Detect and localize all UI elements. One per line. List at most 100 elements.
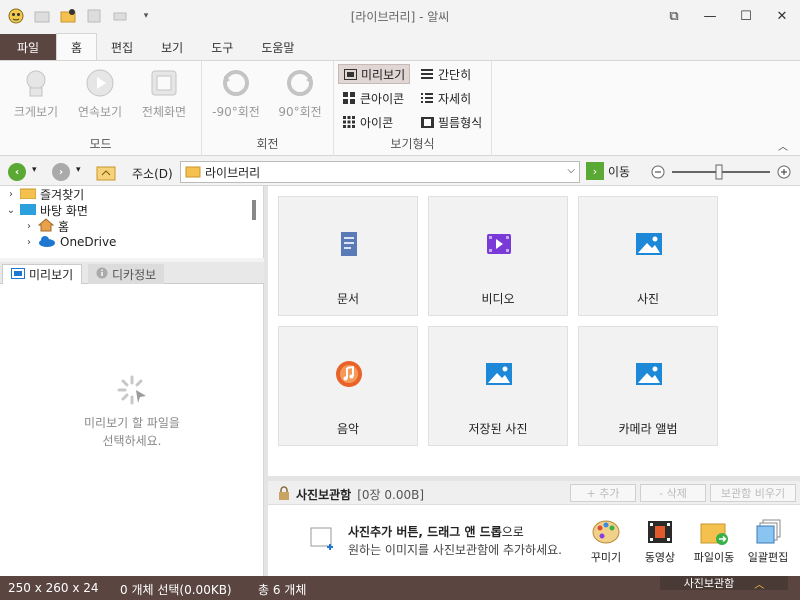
new-folder-icon[interactable] xyxy=(58,6,78,26)
forward-dropdown-icon[interactable]: ▾ xyxy=(76,165,81,175)
save-icon[interactable] xyxy=(84,6,104,26)
close-icon[interactable]: ✕ xyxy=(764,0,800,32)
add-button[interactable]: + 추가 xyxy=(570,484,636,502)
tab-tools[interactable]: 도구 xyxy=(197,34,247,60)
palette-icon xyxy=(591,517,621,547)
icons-view-icon xyxy=(342,115,356,129)
status-bar: 250 x 260 x 24 0 개체 선택(0.00KB) 총 6 개체 사진… xyxy=(0,576,800,600)
go-label: 이동 xyxy=(608,164,631,179)
tab-preview-panel[interactable]: 미리보기 xyxy=(2,264,83,284)
expand-icon[interactable]: › xyxy=(24,237,34,248)
expand-icon[interactable]: › xyxy=(24,221,34,232)
maximize-icon[interactable]: ☐ xyxy=(728,0,764,32)
view-simple-option[interactable]: 간단히 xyxy=(416,64,475,84)
status-total: 총 6 개체 xyxy=(258,583,307,597)
tab-file[interactable]: 파일 xyxy=(0,34,56,60)
preview-message: 미리보기 할 파일을 선택하세요. xyxy=(0,414,264,450)
back-icon[interactable]: ‹ xyxy=(8,163,26,181)
minimize-icon[interactable]: — xyxy=(692,0,728,32)
tree-item-onedrive[interactable]: › OneDrive xyxy=(0,234,263,250)
preview-pane: 미리보기 할 파일을 선택하세요. xyxy=(0,284,264,576)
tile-documents[interactable]: 문서 xyxy=(278,196,418,316)
music-icon xyxy=(334,359,364,389)
batch-edit-button[interactable]: 일괄편집 xyxy=(744,517,792,565)
tab-view[interactable]: 보기 xyxy=(147,34,197,60)
rotate-right-button[interactable]: 90°회전 xyxy=(268,65,332,123)
tile-camera-roll[interactable]: 카메라 앨범 xyxy=(578,326,718,446)
print-icon[interactable] xyxy=(110,6,130,26)
address-input[interactable]: 라이브러리 ⌵ xyxy=(180,161,580,183)
zoom-control xyxy=(650,162,794,182)
tree-item-desktop[interactable]: ⌄ 바탕 화면 xyxy=(0,202,263,218)
tree-item-home[interactable]: › 홈 xyxy=(0,217,263,234)
large-view-button[interactable]: 크게보기 xyxy=(4,65,68,123)
status-dimensions: 250 x 260 x 24 xyxy=(8,581,99,595)
decorate-button[interactable]: 꾸미기 xyxy=(582,517,630,565)
tree-item-label: 즐겨찾기 xyxy=(40,187,85,202)
photo-storage-toggle[interactable]: 사진보관함 ︿ xyxy=(660,576,788,591)
photo-storage-hint: 사진추가 버튼, 드래그 앤 드롭으로 원하는 이미지를 사진보관함에 추가하세… xyxy=(348,523,562,559)
filmstrip-view-icon xyxy=(420,115,434,129)
open-folder-icon[interactable] xyxy=(32,6,52,26)
tile-videos[interactable]: 비디오 xyxy=(428,196,568,316)
view-large-icons-label: 큰아이콘 xyxy=(360,91,405,106)
restore-icon[interactable]: ⧉ xyxy=(656,0,692,32)
view-preview-option[interactable]: 미리보기 xyxy=(338,64,411,84)
delete-button[interactable]: - 삭제 xyxy=(640,484,706,502)
view-preview-label: 미리보기 xyxy=(361,67,406,82)
preview-view-icon xyxy=(343,67,357,81)
collapse-icon[interactable]: ⌄ xyxy=(6,205,16,216)
tile-label: 음악 xyxy=(336,422,360,436)
empty-storage-button[interactable]: 보관함 비우기 xyxy=(710,484,796,502)
ribbon: 크게보기 연속보기 전체화면 모드 -90°회전 90°회전 회전 미리보기 간… xyxy=(0,60,800,156)
tree-scrollbar[interactable] xyxy=(252,200,256,220)
view-details-label: 자세히 xyxy=(438,91,472,106)
move-files-button[interactable]: 파일이동 xyxy=(690,517,738,565)
go-button[interactable]: › 이동 xyxy=(586,162,630,180)
collapse-ribbon-icon[interactable]: ︿ xyxy=(778,138,788,153)
photo-storage-toggle-label: 사진보관함 xyxy=(683,577,735,590)
photo-storage-title-row: 사진보관함 [0장 0.00B] xyxy=(278,486,424,503)
tree-item-label: OneDrive xyxy=(60,235,117,249)
back-dropdown-icon[interactable]: ▾ xyxy=(32,165,37,175)
photo-storage-body: 사진추가 버튼, 드래그 앤 드롭으로 원하는 이미지를 사진보관함에 추가하세… xyxy=(268,505,800,576)
tile-pictures[interactable]: 사진 xyxy=(578,196,718,316)
address-dropdown-icon[interactable]: ⌵ xyxy=(567,165,575,176)
hint-bold: 사진추가 버튼, 드래그 앤 드롭 xyxy=(348,525,502,539)
hint-line2: 원하는 이미지를 사진보관함에 추가하세요. xyxy=(348,543,562,557)
folder-move-icon xyxy=(699,517,729,547)
up-folder-icon[interactable] xyxy=(96,163,116,184)
film-icon xyxy=(645,517,675,547)
tile-label: 저장된 사진 xyxy=(468,422,528,436)
forward-icon[interactable]: › xyxy=(52,163,70,181)
tab-home[interactable]: 홈 xyxy=(56,33,98,60)
tile-saved-pictures[interactable]: 저장된 사진 xyxy=(428,326,568,446)
details-view-icon xyxy=(420,91,434,105)
customize-toolbar-icon[interactable]: ▾ xyxy=(136,6,156,26)
view-icons-option[interactable]: 아이콘 xyxy=(338,112,397,132)
tab-camera-info[interactable]: 디카정보 xyxy=(88,264,165,284)
view-filmstrip-option[interactable]: 필름형식 xyxy=(416,112,486,132)
slideshow-button[interactable]: 연속보기 xyxy=(68,65,132,123)
fullscreen-button[interactable]: 전체화면 xyxy=(132,65,196,123)
preview-message-line1: 미리보기 할 파일을 xyxy=(84,416,180,430)
batch-edit-label: 일괄편집 xyxy=(747,551,789,564)
photo-storage-count: [0장 0.00B] xyxy=(357,488,425,502)
rotate-right-icon xyxy=(284,67,316,99)
tab-edit[interactable]: 편집 xyxy=(97,34,147,60)
view-large-icons-option[interactable]: 큰아이콘 xyxy=(338,88,408,108)
video-maker-button[interactable]: 동영상 xyxy=(636,517,684,565)
tab-help[interactable]: 도움말 xyxy=(247,34,308,60)
expand-icon[interactable]: › xyxy=(6,189,16,200)
rotate-group-label: 회전 xyxy=(256,137,279,151)
rotate-group: -90°회전 90°회전 회전 xyxy=(202,61,334,156)
view-icons-label: 아이콘 xyxy=(360,115,394,130)
photo-storage-header: 사진보관함 [0장 0.00B] + 추가 - 삭제 보관함 비우기 xyxy=(268,481,800,505)
rotate-left-button[interactable]: -90°회전 xyxy=(204,65,268,123)
panel-tabs: 미리보기 디카정보 xyxy=(0,262,264,284)
tile-music[interactable]: 음악 xyxy=(278,326,418,446)
tree-item-favorites[interactable]: › 즐겨찾기 xyxy=(0,186,263,202)
view-details-option[interactable]: 자세히 xyxy=(416,88,475,108)
view-group: 미리보기 간단히 큰아이콘 자세히 아이콘 필름형식 보기형식 xyxy=(334,61,492,156)
tile-label: 사진 xyxy=(636,292,660,306)
